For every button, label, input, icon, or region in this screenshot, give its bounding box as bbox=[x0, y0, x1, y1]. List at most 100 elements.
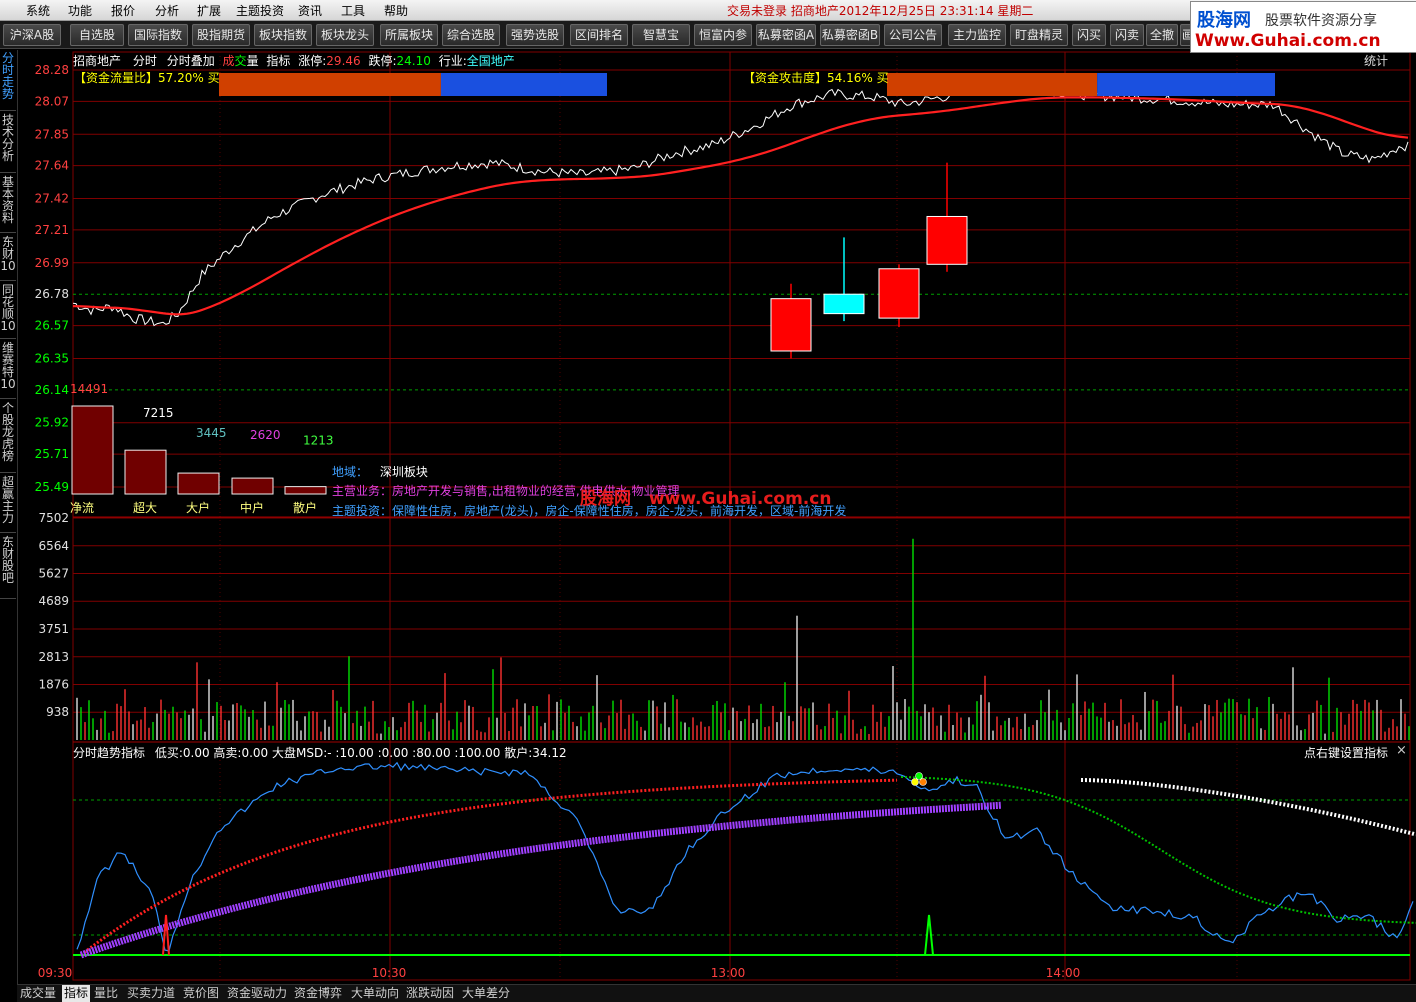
theme-label: 主题投资： bbox=[332, 504, 393, 518]
bottom-tab-bar: 成交量 指标 量比 买卖力道 竞价图 资金驱动力 资金博弈 大单动向 涨跌动因 大单差分 bbox=[17, 984, 1416, 1002]
sidebar-tab-1[interactable]: 分时走势 bbox=[0, 50, 16, 111]
menu-theme-invest[interactable]: 主题投资 bbox=[236, 2, 284, 19]
toolbar-button-15[interactable]: 公司公告 bbox=[884, 24, 942, 46]
menu-extend[interactable]: 扩展 bbox=[197, 2, 221, 19]
volume-tick-label: 4689 bbox=[38, 594, 69, 608]
menu-system[interactable]: 系统 bbox=[26, 2, 50, 19]
toolbar-button-12[interactable]: 恒富内参 bbox=[694, 24, 752, 46]
menu-quote[interactable]: 报价 bbox=[111, 2, 135, 19]
menu-function[interactable]: 功能 bbox=[68, 2, 92, 19]
bottom-tab-2[interactable]: 指标 bbox=[62, 985, 91, 1002]
tab-intraday[interactable]: 分时 bbox=[133, 54, 157, 68]
money-flow-value: 7215 bbox=[143, 406, 174, 420]
price-tick-label: 26.14 bbox=[35, 383, 69, 397]
money-flow-bar bbox=[231, 477, 274, 495]
toolbar-button-10[interactable]: 区间排名 bbox=[570, 24, 628, 46]
indicator-purple-band bbox=[79, 801, 1002, 959]
volume-chart[interactable] bbox=[76, 538, 1410, 740]
limit-down-value: 24.10 bbox=[396, 54, 431, 68]
menu-tools[interactable]: 工具 bbox=[341, 2, 365, 19]
bottom-tab-9[interactable]: 涨跌动因 bbox=[406, 985, 454, 1002]
money-flow-value: 2620 bbox=[250, 428, 281, 442]
indicator-green-line bbox=[900, 775, 1416, 924]
money-flow-value: 14491 bbox=[70, 382, 108, 396]
volume-label-c[interactable]: 量 bbox=[247, 54, 259, 68]
chart-header: 招商地产 分时 分时叠加 成交量 指标 涨停:29.46 跌停:24.10 行业… bbox=[73, 52, 515, 69]
toolbar-button-16[interactable]: 主力监控 bbox=[948, 24, 1006, 46]
toolbar-button-17[interactable]: 盯盘精灵 bbox=[1010, 24, 1068, 46]
fund-attack-ratio: 【资金攻击度】54.16% 买 bbox=[743, 69, 889, 86]
indicator-title[interactable]: 分时趋势指标 bbox=[73, 746, 145, 760]
fund-flow-ratio-label: 【资金流量比】 bbox=[74, 71, 159, 85]
fund-flow-bar-buy bbox=[219, 73, 441, 96]
toolbar-button-18[interactable]: 闪买 bbox=[1072, 24, 1106, 46]
tab-intraday-overlay[interactable]: 分时叠加 bbox=[167, 54, 215, 68]
fund-attack-bar-sell bbox=[1097, 73, 1275, 96]
money-flow-bar bbox=[284, 486, 327, 495]
sidebar-tab-9[interactable]: 东财股吧 bbox=[0, 534, 16, 599]
industry-value[interactable]: 全国地产 bbox=[467, 54, 515, 68]
bottom-tab-1[interactable]: 成交量 bbox=[20, 985, 56, 1002]
sidebar-tab-5[interactable]: 同花顺10 bbox=[0, 282, 16, 339]
bottom-tab-5[interactable]: 竞价图 bbox=[183, 985, 219, 1002]
volume-label-a[interactable]: 成 bbox=[223, 54, 235, 68]
sidebar-tab-3[interactable]: 基本资料 bbox=[0, 174, 16, 233]
bottom-tab-6[interactable]: 资金驱动力 bbox=[227, 985, 287, 1002]
bottom-tab-4[interactable]: 买卖力道 bbox=[127, 985, 175, 1002]
close-icon[interactable]: × bbox=[1396, 743, 1407, 758]
toolbar-button-11[interactable]: 智慧宝 bbox=[632, 24, 690, 46]
bottom-tab-7[interactable]: 资金博弈 bbox=[294, 985, 342, 1002]
sidebar-tab-4[interactable]: 东财10 bbox=[0, 234, 16, 281]
money-flow-value: 3445 bbox=[196, 426, 227, 440]
fund-attack-bar-buy bbox=[887, 73, 1098, 96]
money-flow-label: 中户 bbox=[240, 500, 264, 515]
volume-label-b[interactable]: 交 bbox=[235, 54, 247, 68]
price-tick-label: 27.64 bbox=[35, 159, 69, 173]
money-flow-label: 大户 bbox=[186, 500, 210, 515]
price-tick-label: 25.49 bbox=[35, 480, 69, 494]
toolbar-button-19[interactable]: 闪卖 bbox=[1110, 24, 1144, 46]
volume-tick-label: 7502 bbox=[38, 511, 69, 525]
indicator-settings-hint[interactable]: 点右键设置指标 bbox=[1304, 744, 1388, 761]
sidebar-tab-6[interactable]: 维赛特10 bbox=[0, 340, 16, 399]
industry-label: 行业: bbox=[438, 54, 467, 68]
bottom-tab-10[interactable]: 大单差分 bbox=[462, 985, 510, 1002]
limit-up-value: 29.46 bbox=[326, 54, 361, 68]
watermark-url: www.Guhai.com.cn bbox=[648, 489, 832, 509]
menu-analysis[interactable]: 分析 bbox=[155, 2, 179, 19]
sidebar-tab-2[interactable]: 技术分析 bbox=[0, 112, 16, 173]
menu-help[interactable]: 帮助 bbox=[384, 2, 408, 19]
toolbar-button-7[interactable]: 所属板块 bbox=[380, 24, 438, 46]
toolbar-button-9[interactable]: 强势选股 bbox=[506, 24, 564, 46]
indicator-toggle[interactable]: 指标 bbox=[266, 54, 290, 68]
bottom-tab-8[interactable]: 大单动向 bbox=[351, 985, 399, 1002]
toolbar-button-3[interactable]: 国际指数 bbox=[128, 24, 188, 46]
time-tick-label: 13:00 bbox=[711, 966, 746, 980]
price-tick-label: 28.28 bbox=[35, 63, 69, 77]
money-flow-label: 散户 bbox=[293, 500, 317, 515]
toolbar-button-2[interactable]: 自选股 bbox=[70, 24, 124, 46]
sidebar-tab-8[interactable]: 超赢主力 bbox=[0, 474, 16, 533]
menu-news[interactable]: 资讯 bbox=[298, 2, 322, 19]
money-flow-label: 净流 bbox=[70, 501, 94, 515]
fund-attack-ratio-value: 54.16% 买 bbox=[827, 71, 889, 85]
stats-button[interactable]: 统计 bbox=[1364, 52, 1388, 69]
toolbar-button-4[interactable]: 股指期货 bbox=[192, 24, 250, 46]
limit-down-label: 跌停: bbox=[368, 54, 397, 68]
toolbar-button-8[interactable]: 综合选股 bbox=[442, 24, 500, 46]
toolbar-button-13[interactable]: 私募密函A bbox=[756, 24, 816, 46]
toolbar-button-6[interactable]: 板块龙头 bbox=[316, 24, 374, 46]
bottom-tab-3[interactable]: 量比 bbox=[94, 985, 118, 1002]
intraday-price-chart[interactable] bbox=[72, 81, 1409, 327]
toolbar-button-14[interactable]: 私募密函B bbox=[820, 24, 880, 46]
toolbar-button-20[interactable]: 全撤 bbox=[1146, 24, 1178, 46]
toolbar-button-5[interactable]: 板块指数 bbox=[254, 24, 312, 46]
volume-tick-label: 2813 bbox=[38, 650, 69, 664]
indicator-params: 低买:0.00 高卖:0.00 大盘MSD:- :10.00 :0.00 :80… bbox=[154, 746, 567, 760]
toolbar-button-1[interactable]: 沪深A股 bbox=[3, 24, 61, 46]
sidebar-tab-7[interactable]: 个股龙虎榜 bbox=[0, 400, 16, 473]
region-label: 地域： bbox=[332, 465, 369, 479]
region-value: 深圳板块 bbox=[379, 465, 428, 479]
indicator-chart[interactable] bbox=[76, 761, 1416, 959]
volume-tick-label: 938 bbox=[46, 705, 69, 719]
